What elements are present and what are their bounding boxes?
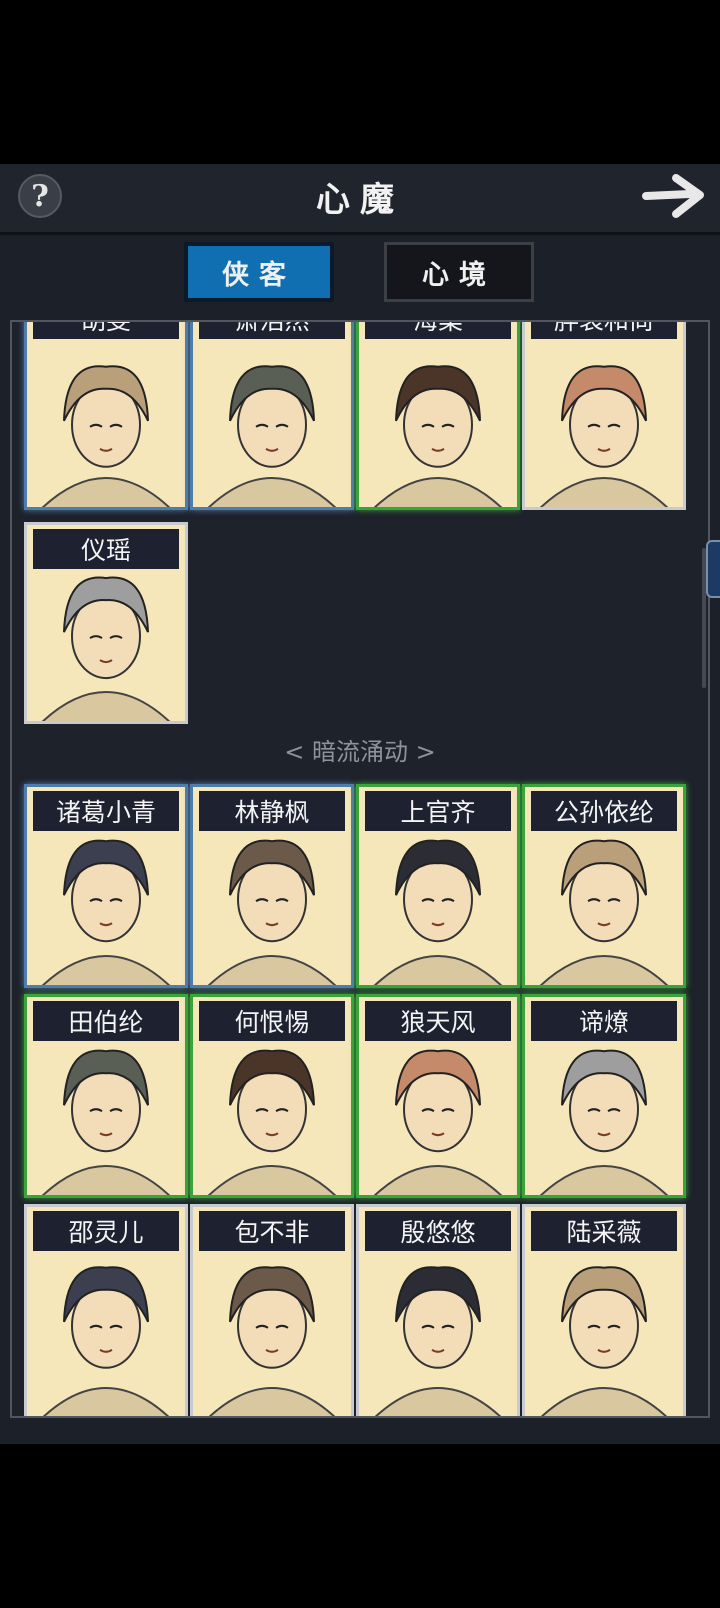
hero-name: 田伯纶 bbox=[33, 1001, 179, 1041]
hero-card[interactable]: 包不非 bbox=[190, 1204, 354, 1416]
hero-name: 狼天风 bbox=[365, 1001, 511, 1041]
hero-card[interactable]: 陆采薇 bbox=[522, 1204, 686, 1416]
heart-demon-panel: ? 心魔 侠客 心境 胡斐 萧浩然 海棠 胖袋和尚 仪瑶 诸葛小青 林静枫 上官… bbox=[0, 164, 720, 1444]
side-panel-handle[interactable] bbox=[706, 540, 720, 598]
page-title: 心魔 bbox=[316, 180, 404, 220]
hero-name: 公孙依纶 bbox=[531, 791, 677, 831]
hero-name: 诸葛小青 bbox=[33, 791, 179, 831]
portrait-illustration bbox=[539, 365, 669, 507]
hero-card[interactable]: 胖袋和尚 bbox=[522, 322, 686, 510]
hero-name: 胖袋和尚 bbox=[531, 322, 677, 339]
hero-name: 邵灵儿 bbox=[33, 1211, 179, 1251]
hero-card[interactable]: 胡斐 bbox=[24, 322, 188, 510]
hero-card[interactable]: 殷悠悠 bbox=[356, 1204, 520, 1416]
hero-name: 仪瑶 bbox=[33, 529, 179, 569]
hero-card[interactable]: 邵灵儿 bbox=[24, 1204, 188, 1416]
hero-name: 林静枫 bbox=[199, 791, 345, 831]
tab-bar: 侠客 心境 bbox=[0, 242, 720, 312]
hero-name: 上官齐 bbox=[365, 791, 511, 831]
hero-name: 萧浩然 bbox=[199, 322, 345, 339]
hero-name: 陆采薇 bbox=[531, 1211, 677, 1251]
hero-card[interactable]: 狼天风 bbox=[356, 994, 520, 1198]
tab-heroes[interactable]: 侠客 bbox=[184, 242, 334, 302]
portrait-illustration bbox=[207, 365, 337, 507]
hero-list[interactable]: 胡斐 萧浩然 海棠 胖袋和尚 仪瑶 诸葛小青 林静枫 上官齐 公孙依纶 田伯纶 … bbox=[10, 320, 710, 1418]
hero-card[interactable]: 萧浩然 bbox=[190, 322, 354, 510]
hero-card[interactable]: 诸葛小青 bbox=[24, 784, 188, 988]
hero-name: 海棠 bbox=[365, 322, 511, 339]
hero-card[interactable]: 田伯纶 bbox=[24, 994, 188, 1198]
hero-card[interactable]: 海棠 bbox=[356, 322, 520, 510]
hero-card[interactable]: 何恨惕 bbox=[190, 994, 354, 1198]
section-divider: < 暗流涌动 > bbox=[284, 738, 436, 766]
hero-card[interactable]: 仪瑶 bbox=[24, 522, 188, 724]
hero-card[interactable]: 谛燎 bbox=[522, 994, 686, 1198]
hero-name: 何恨惕 bbox=[199, 1001, 345, 1041]
hero-card[interactable]: 林静枫 bbox=[190, 784, 354, 988]
top-bar: ? 心魔 bbox=[0, 164, 720, 235]
portrait-illustration bbox=[41, 365, 171, 507]
tab-mindset[interactable]: 心境 bbox=[384, 242, 534, 302]
portrait-illustration bbox=[373, 365, 503, 507]
hero-name: 谛燎 bbox=[531, 1001, 677, 1041]
hero-name: 包不非 bbox=[199, 1211, 345, 1251]
hero-card[interactable]: 公孙依纶 bbox=[522, 784, 686, 988]
hero-card[interactable]: 上官齐 bbox=[356, 784, 520, 988]
forward-arrow-icon[interactable] bbox=[642, 172, 708, 220]
hero-name: 胡斐 bbox=[33, 322, 179, 339]
hero-name: 殷悠悠 bbox=[365, 1211, 511, 1251]
